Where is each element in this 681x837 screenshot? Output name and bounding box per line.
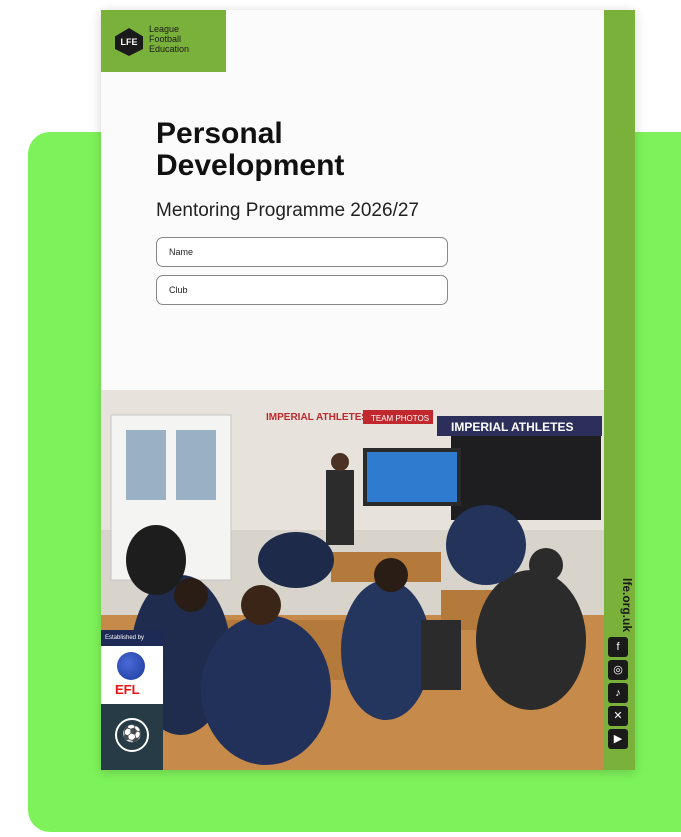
lfe-line2: Football: [149, 34, 182, 44]
photo-sign-left: IMPERIAL ATHLETES: [266, 412, 368, 423]
club-field-label: Club: [169, 285, 188, 295]
title-line1: Personal: [156, 117, 283, 150]
classroom-photo: IMPERIAL ATHLETES IMPERIAL ATHLETES TEAM…: [101, 390, 604, 770]
youtube-icon[interactable]: ▶: [608, 729, 628, 749]
photo-sign-team: TEAM PHOTOS: [371, 414, 429, 423]
cover-subtitle: Mentoring Programme 2026/27: [156, 200, 419, 221]
efl-logo: EFL: [101, 646, 163, 704]
title-line2: Development: [156, 149, 345, 182]
photo-sign-right: IMPERIAL ATHLETES: [451, 420, 573, 434]
lfe-line1: League: [149, 24, 180, 34]
lfe-logo: LFE League Football Education: [101, 10, 226, 72]
facebook-icon[interactable]: f: [608, 637, 628, 657]
x-icon[interactable]: ✕: [608, 706, 628, 726]
pfa-logo: ⚽: [101, 704, 163, 770]
tiktok-icon[interactable]: ♪: [608, 683, 628, 703]
classroom-photo-illustration: IMPERIAL ATHLETES IMPERIAL ATHLETES TEAM…: [101, 390, 604, 770]
instagram-icon[interactable]: ◎: [608, 660, 628, 680]
name-field-label: Name: [169, 247, 194, 257]
lfe-badge-icon: LFE: [115, 28, 143, 56]
lfe-line3: Education: [149, 44, 190, 54]
efl-ball-icon: [117, 652, 145, 680]
lfe-logo-text: League Football Education: [149, 24, 189, 54]
booklet-cover: LFE League Football Education Personal D…: [101, 10, 635, 770]
efl-text: EFL: [115, 682, 140, 697]
established-by-label: Established by: [101, 630, 163, 646]
club-field[interactable]: Club: [156, 275, 448, 305]
name-field[interactable]: Name: [156, 237, 448, 267]
cover-title: Personal Development: [156, 118, 344, 182]
soccer-ball-icon: ⚽: [115, 718, 149, 752]
